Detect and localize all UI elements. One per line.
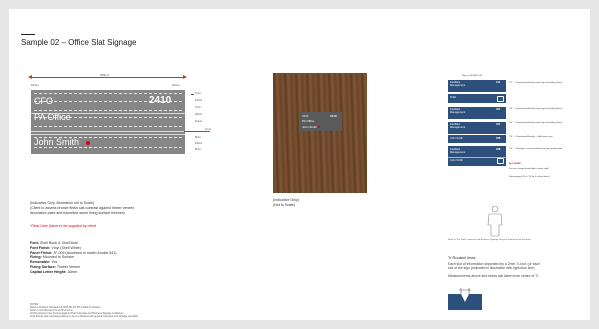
v-routed-line: Measurements above and below slat taken …: [448, 273, 540, 278]
question-line: Do user change fixed/slides or door sign…: [509, 168, 550, 170]
question-line: Slat prospect (D in / 16 for S urface bl…: [509, 176, 550, 178]
dim-tick: [191, 94, 194, 95]
side-dim-label: 10mm: [195, 113, 203, 116]
guide-line: [34, 126, 182, 127]
panel-number: 101: [496, 81, 501, 84]
photo-sign-number: 2410: [330, 114, 337, 118]
side-dim-label: 8mm: [195, 148, 201, 151]
panel-text: John Smith: [450, 137, 463, 140]
panel-text: Facilities Management: [450, 108, 466, 114]
panel-number: 338: [496, 137, 501, 140]
sign-office-text: PA Office: [34, 112, 71, 122]
panel-number: 338: [496, 148, 501, 151]
guide-line: [34, 110, 182, 111]
slat-divider: [31, 131, 185, 132]
slat-divider: [31, 134, 185, 135]
elevation-top-label: Max to CEILING FFT: [462, 75, 483, 77]
timber-photo: [273, 73, 367, 193]
right-margin-label: 16mm: [172, 83, 180, 87]
side-label: 'V1' — Department/Facility name sign (in…: [509, 82, 564, 84]
all-signs-label: ALL SIGNS: [509, 163, 521, 165]
v-routed-line: slot of the sign (indicated in illustrat…: [448, 266, 536, 271]
caption-line: decorative paint and travertine stone fi…: [30, 211, 125, 215]
panel-text: Facilities Management: [450, 81, 466, 87]
photo-caption: (Not to Scale): [273, 203, 295, 207]
overall-width-label: 250mm: [100, 73, 110, 77]
guide-line: [34, 93, 182, 94]
elevation-footnote: Refer to The Shell Corporate and Busines…: [448, 239, 531, 241]
toilet-icon: [497, 96, 504, 102]
panel-number: 321: [496, 108, 501, 111]
photo-sign-role: CFO: [302, 114, 309, 118]
side-label: 'V2' — Department/Facility name sign (in…: [509, 108, 564, 110]
sign-role-text: CFO: [34, 96, 53, 106]
spec-list: Font: Shell Book & Shell Bold Font Finis…: [30, 241, 117, 275]
panel-text: Facilities Management: [450, 123, 466, 129]
red-marker-icon: [318, 126, 320, 128]
side-dim-label: 7mm: [195, 106, 201, 109]
photo-sign-person: John Smith: [302, 125, 318, 129]
v-routed-note: Each slot of information separated by a …: [448, 262, 568, 278]
side-dim-label: 8mm: [195, 136, 201, 139]
side-dim-label: 11mm: [195, 120, 203, 123]
panel-text: Facilities Management: [450, 148, 466, 154]
note-line: Final Fixings and mounting positions to …: [30, 315, 138, 319]
sign-number-text: 2410: [149, 95, 172, 106]
side-dim-label: 10mm: [195, 142, 203, 145]
sign-person-text: John Smith: [34, 137, 80, 147]
side-dim-label: 10mm: [195, 99, 203, 102]
v-routed-title: 'V Routed' lines: [448, 255, 476, 260]
side-label: 'V5' — Slat types can be combined in any…: [509, 148, 563, 150]
spec-item: Capital Letter Height: 16mm: [30, 269, 78, 274]
left-margin-label: 16mm: [31, 83, 39, 87]
v-rout-detail-icon: [448, 288, 482, 310]
person-outline-icon: [487, 205, 503, 237]
side-label: 'V3' — Department/Facility name sign (in…: [509, 122, 564, 124]
client-note: *Final User Name to be supplied by clien…: [30, 224, 96, 228]
red-marker-icon: [86, 141, 90, 145]
title-rule: [21, 34, 35, 35]
slat-gap-label: 2mm: [205, 127, 212, 131]
panel-number: 321: [496, 123, 501, 126]
page-title: Sample 02 – Office Slat Signage: [21, 38, 137, 47]
guide-line: [34, 147, 182, 148]
overall-width-dimension: [28, 75, 187, 79]
photo-sign-office: PA Office: [302, 119, 315, 123]
slat-gap-dimension: [184, 131, 210, 132]
door-icon: [497, 158, 504, 164]
panel-text: Toilet: [450, 96, 457, 99]
side-dim-label: 7mm: [195, 92, 201, 95]
panel-text: John Smith: [450, 159, 463, 162]
side-label: 'V4' — Department/Facility + Staff name …: [509, 136, 553, 138]
notes-block: NOTES: Refer to Finishes Schedule FF-SOH…: [30, 303, 250, 318]
